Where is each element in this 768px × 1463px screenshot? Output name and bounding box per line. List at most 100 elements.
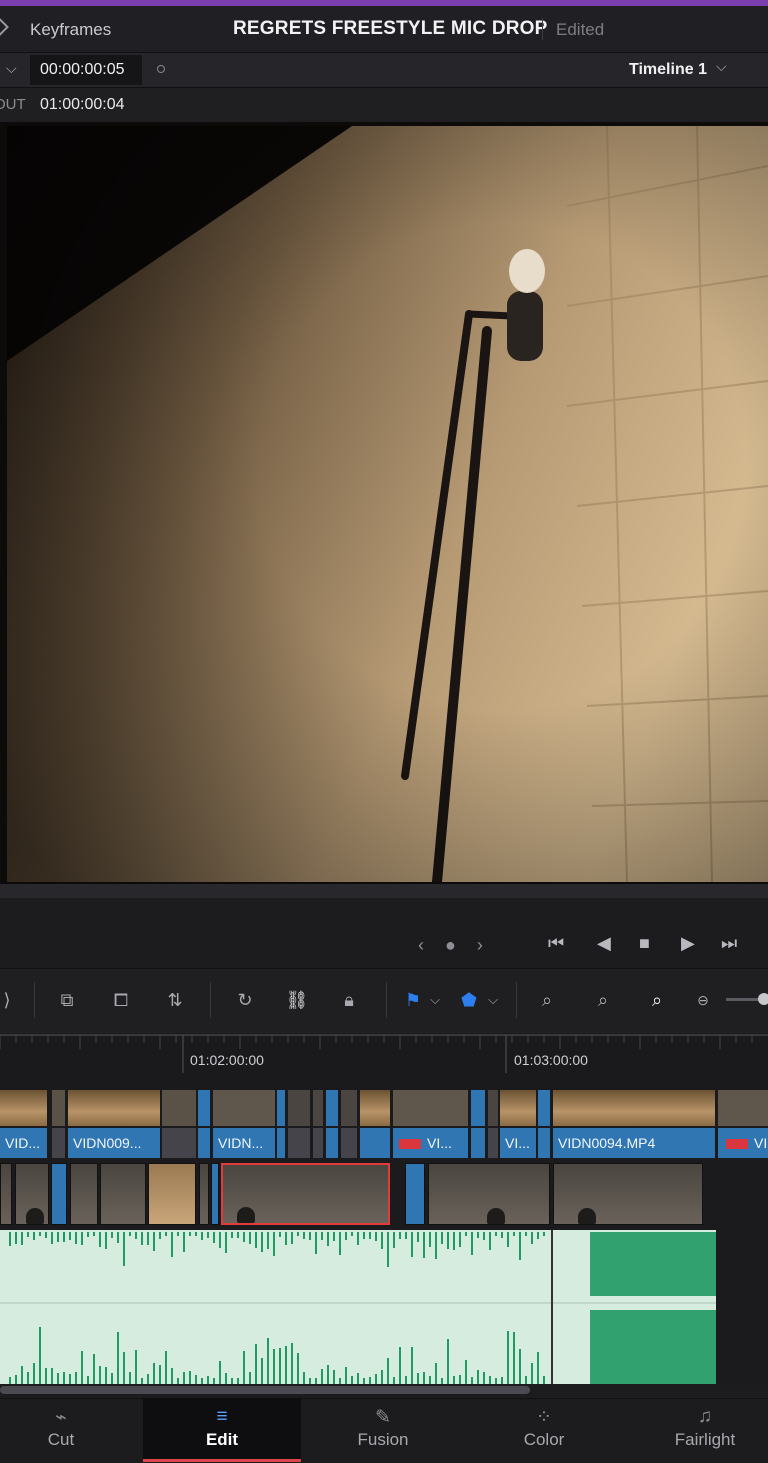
toolbar-divider (210, 982, 211, 1018)
page-label: Edit (205, 1430, 239, 1449)
position-lock-icon[interactable]: 🔒︎ (334, 987, 364, 1013)
chevron-down-icon[interactable]: ⌵ (6, 60, 17, 77)
timeline-clip[interactable]: VIDN... (213, 1090, 275, 1158)
timeline-clip[interactable] (211, 1163, 219, 1225)
timeline-clip[interactable]: VI... (393, 1090, 468, 1158)
toolbar-divider (516, 982, 517, 1018)
timeline-clip[interactable] (341, 1090, 357, 1158)
zoom-custom-icon[interactable]: ⌕ (642, 987, 672, 1013)
snapping-icon[interactable]: ↻ (230, 987, 260, 1013)
timeline-clip[interactable]: VID... (0, 1090, 47, 1158)
timeline-clip[interactable] (538, 1090, 550, 1158)
timeline-clip[interactable]: VIDN009... (68, 1090, 160, 1158)
timeline-clip[interactable] (162, 1090, 196, 1158)
zoom-out-icon[interactable]: ⊖ (688, 987, 718, 1013)
timeline-clip[interactable] (277, 1090, 285, 1158)
timeline-clip[interactable] (428, 1163, 550, 1225)
timeline-clip[interactable] (148, 1163, 196, 1225)
zoom-full-icon[interactable]: ⌕ (532, 987, 562, 1013)
timeline-clip[interactable] (0, 1163, 12, 1225)
current-timecode[interactable]: 00:00:00:05 (40, 61, 125, 79)
page-label: Fusion (357, 1430, 409, 1449)
timeline-clip[interactable]: VIDN0094.MP4 (553, 1090, 715, 1158)
go-to-start-button[interactable]: ⏮ (548, 933, 564, 954)
timeline-clip[interactable]: VI... (500, 1090, 536, 1158)
timeline-clip[interactable] (70, 1163, 98, 1225)
chevron-down-icon[interactable]: ⌵ (716, 58, 727, 75)
timeline-clip[interactable] (52, 1090, 65, 1158)
page-label: Fairlight (674, 1430, 736, 1449)
trim-mode-icon[interactable]: ⟩ (0, 987, 22, 1013)
project-title: REGRETS FREESTYLE MIC DROP (233, 18, 548, 39)
scrollbar-thumb[interactable] (0, 1386, 530, 1394)
timeline-clip[interactable] (288, 1090, 310, 1158)
replace-clip-icon[interactable]: ⇅ (160, 987, 190, 1013)
timeline-clip[interactable] (198, 1090, 210, 1158)
ruler-mark: 01:02:00:00 (190, 1052, 264, 1068)
clip-label: VIDN009... (68, 1128, 160, 1158)
timeline-clip[interactable] (553, 1163, 703, 1225)
page-tab-fusion[interactable]: ✎ Fusion (305, 1398, 461, 1462)
person-thumbnail (487, 1208, 505, 1224)
out-label: OUT (0, 96, 26, 113)
insert-clip-icon[interactable]: ⧉ (52, 987, 82, 1013)
page-tab-color[interactable]: ⁘ Color (466, 1398, 622, 1462)
fairlight-icon: ♫ (697, 1406, 713, 1427)
fusion-icon: ✎ (375, 1407, 391, 1428)
offline-clip-icon (399, 1139, 421, 1150)
offline-clip-icon (726, 1139, 748, 1150)
timeline-clip[interactable] (313, 1090, 323, 1158)
person-thumbnail (26, 1208, 44, 1224)
timeline-clip[interactable] (51, 1163, 67, 1225)
edit-status: Edited (556, 20, 605, 39)
title-divider (542, 18, 543, 40)
person-thumbnail (578, 1208, 596, 1224)
color-icon: ⁘ (536, 1407, 552, 1428)
clip-label: VI... (500, 1128, 536, 1158)
linked-selection-icon[interactable]: ⛓ (282, 987, 312, 1013)
keyframes-label[interactable]: Keyframes (30, 20, 111, 40)
person-thumbnail (237, 1207, 255, 1223)
timeline-selector[interactable]: Timeline 1 (629, 61, 707, 79)
audio-track[interactable] (0, 1230, 716, 1384)
selected-timeline-clip[interactable] (221, 1163, 390, 1225)
timeline-clip[interactable] (199, 1163, 209, 1225)
page-tab-edit[interactable]: ≡ Edit (143, 1398, 301, 1462)
chevron-down-icon[interactable]: ⌵ (420, 987, 450, 1013)
toolbar-divider (34, 982, 35, 1018)
timeline-clip[interactable] (488, 1090, 498, 1158)
zoom-slider-handle[interactable] (758, 993, 768, 1005)
zoom-detail-icon[interactable]: ⌕ (588, 987, 618, 1013)
chevron-down-icon[interactable]: ⌵ (478, 987, 508, 1013)
page-tab-fairlight[interactable]: ♫ Fairlight (627, 1398, 768, 1462)
timeline-clip[interactable] (326, 1090, 338, 1158)
out-timecode: 01:00:00:04 (40, 96, 125, 113)
page-tab-cut[interactable]: ⌁ Cut (0, 1398, 122, 1462)
cut-icon: ⌁ (55, 1407, 67, 1428)
jog-control[interactable]: ‹ ● › (418, 935, 491, 956)
stop-button[interactable]: ■ (639, 933, 650, 954)
timeline-clip[interactable] (360, 1090, 390, 1158)
clip-label: VI (754, 1135, 768, 1151)
ruler-ticks (0, 1034, 768, 1073)
timeline-clip[interactable] (100, 1163, 146, 1225)
play-button[interactable]: ▶ (681, 933, 695, 954)
timeline-clip[interactable] (15, 1163, 49, 1225)
audio-waveform (0, 1232, 716, 1384)
viewer-frame[interactable] (7, 126, 768, 882)
timeline-ruler[interactable] (0, 1033, 768, 1090)
edit-icon: ≡ (216, 1406, 228, 1427)
go-to-end-button[interactable]: ⏭ (721, 933, 737, 954)
page-label: Color (523, 1430, 565, 1449)
play-reverse-button[interactable]: ◀ (597, 933, 611, 954)
timeline-clip[interactable] (471, 1090, 485, 1158)
ruler-mark: 01:03:00:00 (514, 1052, 588, 1068)
page-label: Cut (47, 1430, 75, 1449)
clip-label: VID... (0, 1128, 47, 1158)
overwrite-clip-icon[interactable]: ⧠ (106, 987, 136, 1013)
video-frame-image (7, 126, 768, 882)
timeline-clip[interactable] (405, 1163, 425, 1225)
clip-label: VIDN0094.MP4 (553, 1128, 715, 1158)
clip-boundary-line (551, 1230, 553, 1384)
timeline-clip[interactable]: VI (718, 1090, 768, 1158)
